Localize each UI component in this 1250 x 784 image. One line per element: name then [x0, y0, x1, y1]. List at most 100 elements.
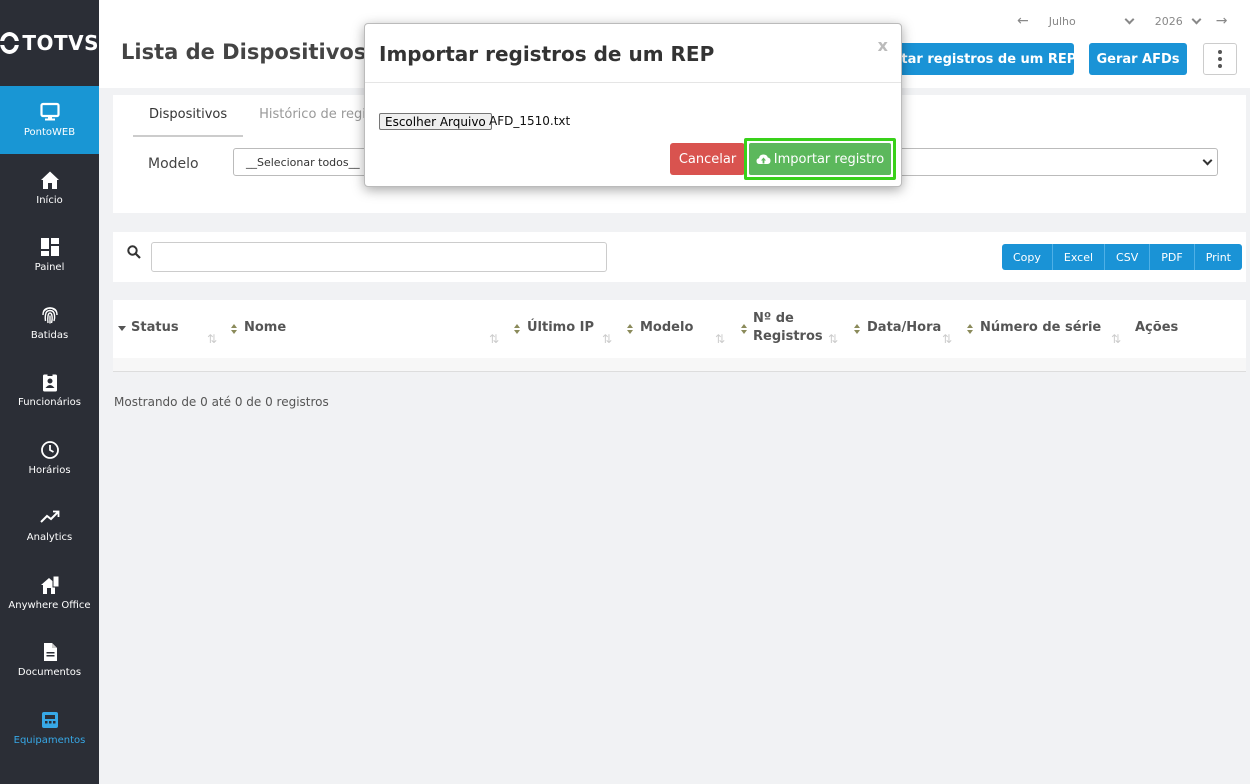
- monitor-icon: [39, 101, 61, 123]
- sort-icon: ⇅: [1111, 332, 1122, 346]
- search-icon: [127, 245, 141, 259]
- fingerprint-icon: [39, 304, 61, 326]
- dashboard-icon: [39, 236, 61, 258]
- trend-icon: [39, 506, 61, 528]
- sidebar-item-equipamentos[interactable]: Equipamentos: [0, 694, 99, 762]
- totvs-logo[interactable]: TOTVS: [0, 0, 99, 86]
- document-icon: [39, 641, 61, 663]
- print-button[interactable]: Print: [1194, 244, 1242, 270]
- sort-icon: ⇅: [828, 332, 839, 346]
- modelo-label: Modelo: [148, 156, 199, 172]
- sort-icon: ⇅: [715, 332, 726, 346]
- column-header-acoes: Ações: [1135, 320, 1179, 335]
- import-button-highlight: Importar registro: [744, 138, 896, 180]
- sidebar-item-inicio[interactable]: Início: [0, 154, 99, 222]
- column-header-data-hora: Data/Hora: [867, 320, 942, 335]
- sort-desc-icon: [118, 326, 126, 332]
- sort-icon: ⇅: [207, 332, 218, 346]
- tab-bar: Dispositivos Histórico de regist: [133, 107, 394, 137]
- totvs-logo-mark: [0, 32, 20, 54]
- excel-button[interactable]: Excel: [1052, 244, 1106, 270]
- sort-icon: ⇅: [602, 332, 613, 346]
- sidebar-item-label: Documentos: [17, 667, 82, 679]
- import-records-button[interactable]: rtar registros de um REP: [881, 43, 1074, 75]
- sidebar-item-batidas[interactable]: Batidas: [0, 289, 99, 357]
- csv-button[interactable]: CSV: [1105, 244, 1151, 270]
- column-header-nome: Nome: [244, 320, 287, 335]
- sort-icon: ⇅: [489, 332, 500, 346]
- sort-icon: ⇅: [942, 332, 953, 346]
- modal-divider: [365, 82, 901, 83]
- more-dot-icon: [1218, 57, 1222, 61]
- next-period-arrow-icon[interactable]: →: [1216, 13, 1228, 29]
- sidebar-item-funcionarios[interactable]: Funcionários: [0, 356, 99, 424]
- equipment-icon: [39, 709, 61, 731]
- table-info: Mostrando de 0 até 0 de 0 registros: [114, 395, 329, 409]
- selected-file-name: AFD_1510.txt: [489, 114, 571, 128]
- month-select[interactable]: Julho: [1048, 14, 1135, 28]
- more-options-button[interactable]: [1203, 43, 1237, 75]
- sort-icon: [627, 324, 634, 336]
- column-header-registros-line2: Registros: [753, 329, 823, 344]
- period-selector: ← Julho 2026 →: [1017, 13, 1227, 29]
- search-bar: Copy Excel CSV PDF Print: [113, 232, 1246, 282]
- sidebar-item-label: Início: [36, 194, 63, 206]
- previous-period-arrow-icon[interactable]: ←: [1017, 13, 1029, 29]
- column-header-registros-line1: Nº de: [753, 311, 794, 326]
- cancel-button[interactable]: Cancelar: [670, 143, 745, 175]
- cloud-upload-icon: [756, 154, 771, 164]
- generate-afds-button[interactable]: Gerar AFDs: [1089, 43, 1187, 75]
- sidebar-item-label: Painel: [34, 262, 65, 274]
- import-record-button[interactable]: Importar registro: [749, 143, 891, 175]
- badge-icon: [39, 371, 61, 393]
- more-dot-icon: [1218, 50, 1222, 54]
- table-empty-row: [113, 358, 1246, 371]
- sidebar-item-label: Batidas: [30, 329, 69, 341]
- home-icon: [39, 169, 61, 191]
- sidebar-item-label: Funcionários: [18, 397, 81, 409]
- sort-icon: [231, 324, 238, 336]
- chevron-down-icon: [1124, 14, 1135, 25]
- clock-icon: [39, 439, 61, 461]
- import-records-button-label: rtar registros de um REP: [895, 51, 1074, 67]
- column-header-ultimo-ip: Último IP: [527, 320, 595, 335]
- sidebar-item-anywhere-office[interactable]: Anywhere Office: [0, 559, 99, 627]
- sidebar-item-analytics[interactable]: Analytics: [0, 491, 99, 559]
- sort-icon: [854, 324, 861, 336]
- sort-icon: [514, 324, 521, 336]
- close-icon[interactable]: x: [878, 36, 888, 55]
- column-header-modelo: Modelo: [640, 320, 694, 335]
- sidebar: TOTVS PontoWEB Início Painel Batidas Fun…: [0, 0, 99, 784]
- sidebar-item-documentos[interactable]: Documentos: [0, 626, 99, 694]
- logo-text: TOTVS: [22, 31, 99, 55]
- choose-file-button[interactable]: Escolher Arquivo: [379, 113, 492, 130]
- search-input[interactable]: [151, 242, 607, 272]
- sort-icon: [967, 324, 974, 336]
- copy-button[interactable]: Copy: [1002, 244, 1053, 270]
- pdf-button[interactable]: PDF: [1150, 244, 1195, 270]
- modelo-select-value: __Selecionar todos__: [246, 156, 360, 169]
- page-title: Lista de Dispositivos: [121, 40, 367, 64]
- import-record-label: Importar registro: [773, 151, 885, 167]
- month-value: Julho: [1048, 14, 1076, 28]
- generate-afds-label: Gerar AFDs: [1096, 51, 1180, 67]
- sidebar-item-label: PontoWEB: [23, 127, 76, 139]
- more-dot-icon: [1218, 64, 1222, 68]
- sidebar-item-painel[interactable]: Painel: [0, 221, 99, 289]
- modal-title: Importar registros de um REP: [379, 42, 715, 66]
- tab-dispositivos[interactable]: Dispositivos: [133, 107, 244, 137]
- chevron-down-icon: [1202, 155, 1213, 166]
- year-value: 2026: [1154, 14, 1183, 28]
- year-select[interactable]: 2026: [1154, 14, 1202, 28]
- sidebar-item-label: Analytics: [26, 532, 73, 544]
- export-button-group: Copy Excel CSV PDF Print: [1002, 244, 1242, 270]
- devices-table: Status ⇅ Nome ⇅ Último IP ⇅ Modelo ⇅ Nº …: [113, 300, 1246, 372]
- sidebar-item-pontoweb[interactable]: PontoWEB: [0, 86, 99, 154]
- sort-icon: [741, 324, 748, 336]
- house-office-icon: [39, 574, 61, 596]
- sidebar-item-label: Horários: [28, 464, 71, 476]
- sidebar-item-label: Equipamentos: [13, 734, 86, 746]
- sidebar-item-horarios[interactable]: Horários: [0, 424, 99, 492]
- import-modal: Importar registros de um REP x Escolher …: [364, 23, 902, 187]
- chevron-down-icon: [1191, 14, 1202, 25]
